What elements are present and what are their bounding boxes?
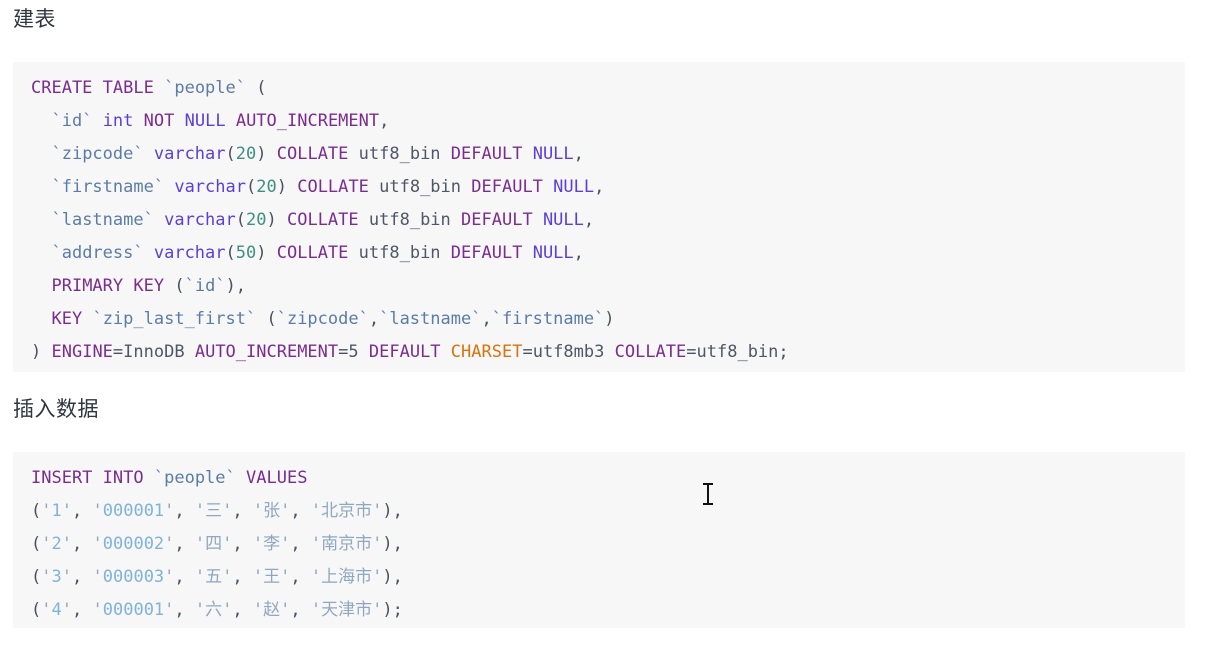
code-block-insert-data[interactable]: INSERT INTO `people` VALUES ('1', '00000… (13, 452, 1185, 628)
page-root: 建表 CREATE TABLE `people` ( `id` int NOT … (0, 0, 1209, 650)
code-content-insert-data: INSERT INTO `people` VALUES ('1', '00000… (31, 468, 403, 620)
code-block-create-table[interactable]: CREATE TABLE `people` ( `id` int NOT NUL… (13, 62, 1185, 372)
page-title-create-table: 建表 (13, 7, 56, 31)
code-content-create-table: CREATE TABLE `people` ( `id` int NOT NUL… (31, 78, 789, 362)
page-title-insert-data: 插入数据 (13, 397, 99, 421)
